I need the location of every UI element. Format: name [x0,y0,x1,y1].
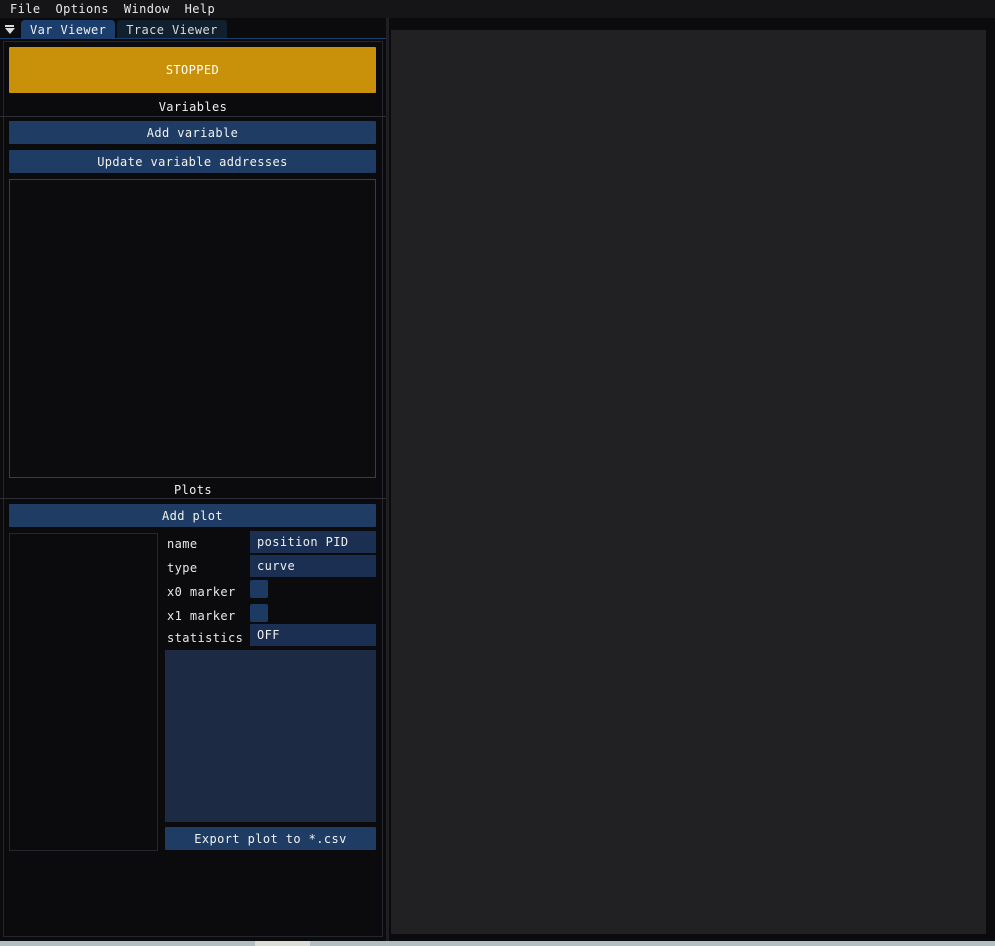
menu-window[interactable]: Window [124,2,170,16]
plot-name-label: name [167,537,198,551]
export-csv-button[interactable]: Export plot to *.csv [165,827,376,850]
acquisition-state-button[interactable]: STOPPED [9,47,376,93]
plots-area [391,30,986,934]
statistics-toggle-button[interactable]: OFF [250,624,376,646]
tab-list-icon[interactable] [0,20,19,39]
app-window: File Options Window Help Var Viewer Trac… [0,0,995,946]
add-variable-button[interactable]: Add variable [9,121,376,144]
add-plot-button[interactable]: Add plot [9,504,376,527]
variables-separator [0,116,386,117]
x0-marker-label: x0 marker [167,585,236,599]
tab-var-viewer[interactable]: Var Viewer [21,20,115,39]
tab-bar: Var Viewer Trace Viewer [0,19,386,39]
menu-help[interactable]: Help [185,2,216,16]
plot-name-field[interactable]: position PID [250,531,376,553]
update-variable-addresses-button[interactable]: Update variable addresses [9,150,376,173]
variables-section-header: Variables [0,100,386,114]
bottom-strip [0,941,995,946]
menu-file[interactable]: File [10,2,41,16]
plot-type-select[interactable]: curve [250,555,376,577]
tab-bar-separator [0,38,386,39]
plots-section-header: Plots [0,483,386,497]
tab-list-icon-bar [5,25,14,27]
chevron-down-icon [5,28,15,34]
statistics-label: statistics [167,631,243,645]
variables-table [9,179,376,478]
menu-bar: File Options Window Help [0,0,995,18]
tab-trace-viewer[interactable]: Trace Viewer [117,20,227,39]
plot-type-label: type [167,561,198,575]
x1-marker-checkbox[interactable] [250,604,268,622]
plots-separator [0,498,386,499]
panel-splitter[interactable] [386,18,389,941]
plot-series-panel [165,650,376,822]
menu-options[interactable]: Options [56,2,109,16]
plot-list [9,533,158,851]
x1-marker-label: x1 marker [167,609,236,623]
bottom-strip-highlight [255,941,310,946]
x0-marker-checkbox[interactable] [250,580,268,598]
